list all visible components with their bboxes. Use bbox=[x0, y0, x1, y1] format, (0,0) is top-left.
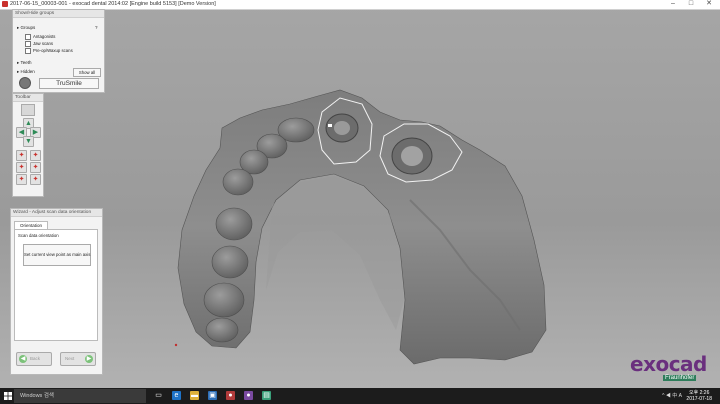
view-front-icon[interactable]: ✦ bbox=[16, 150, 27, 161]
arrow-right-icon: ▶ bbox=[85, 355, 93, 363]
minimize-button[interactable]: – bbox=[664, 0, 682, 9]
groups-label: Groups bbox=[20, 25, 36, 30]
taskbar-search-input[interactable]: Windows 검색 bbox=[14, 389, 146, 403]
show-hide-panel: Show/Hide groups ▸ Groups ? Antagonists … bbox=[12, 9, 105, 93]
toolbar-header: Toolbar bbox=[13, 94, 43, 102]
close-button[interactable]: ✕ bbox=[700, 0, 718, 9]
system-tray[interactable]: ^ ◀ 中 A bbox=[662, 392, 682, 399]
view-back-icon[interactable]: ✦ bbox=[30, 150, 41, 161]
view-top-icon[interactable]: ✦ bbox=[16, 174, 27, 185]
teeth-label: Teeth bbox=[20, 60, 32, 65]
task-view-icon[interactable]: ▭ bbox=[154, 391, 163, 400]
edge-icon[interactable]: e bbox=[172, 391, 181, 400]
show-all-button[interactable]: Show all bbox=[73, 68, 101, 77]
view-left-icon[interactable]: ✦ bbox=[16, 162, 27, 173]
brand-text: exocad bbox=[630, 352, 707, 376]
groups-toggle[interactable]: ▸ Groups bbox=[17, 25, 35, 31]
teeth-toggle[interactable]: ▸ Teeth bbox=[17, 60, 31, 66]
tooth[interactable] bbox=[222, 168, 254, 196]
group-item-preop[interactable]: Pre-op/Waxup scans bbox=[25, 48, 73, 54]
undo-icon[interactable] bbox=[21, 104, 35, 116]
orientation-tab[interactable]: Orientation bbox=[14, 221, 48, 229]
app-icon-red[interactable]: ● bbox=[226, 391, 235, 400]
maximize-button[interactable]: □ bbox=[682, 0, 700, 9]
help-button[interactable]: ? bbox=[95, 25, 98, 30]
checkbox[interactable] bbox=[25, 48, 31, 54]
prep-site-core bbox=[334, 121, 350, 135]
item-label: Antagonists bbox=[33, 34, 56, 40]
checkbox[interactable] bbox=[25, 34, 31, 40]
item-label: Jaw scans bbox=[33, 41, 54, 47]
next-button[interactable]: Next ▶ bbox=[60, 352, 96, 366]
red-marker bbox=[174, 343, 178, 347]
set-view-axis-button[interactable]: Set current view point as main axis bbox=[23, 244, 91, 266]
scan-viewport[interactable] bbox=[0, 9, 720, 388]
tooth[interactable] bbox=[203, 282, 245, 318]
section-title: Scan data orientation bbox=[18, 233, 59, 238]
tooth[interactable] bbox=[211, 245, 249, 279]
clock-date: 2017-07-18 bbox=[686, 396, 712, 402]
group-item-antagonists[interactable]: Antagonists bbox=[25, 34, 55, 40]
taskbar: Windows 검색 ▭ e ▬ ▣ ● ● ▤ ^ ◀ 中 A 오후 2:26… bbox=[0, 388, 720, 404]
window-title: 2017-06-15_00003-001 - exocad dental 201… bbox=[10, 1, 216, 7]
exocad-taskbar-icon[interactable]: ● bbox=[244, 391, 253, 400]
view-right-icon[interactable]: ✦ bbox=[30, 162, 41, 173]
app-icon bbox=[2, 1, 8, 7]
tooth[interactable] bbox=[215, 207, 253, 241]
arrow-left-icon: ◀ bbox=[19, 355, 27, 363]
hidden-toggle[interactable]: ▸ Hidden bbox=[17, 69, 35, 75]
tooth[interactable] bbox=[205, 317, 239, 343]
store-icon[interactable]: ▣ bbox=[208, 391, 217, 400]
group-item-jaw-scans[interactable]: Jaw scans bbox=[25, 41, 53, 47]
prep-site-core bbox=[401, 146, 423, 166]
show-hide-header: Show/Hide groups bbox=[13, 10, 104, 18]
fraunhofer-text: Fraunhofer bbox=[663, 375, 697, 381]
taskbar-clock[interactable]: 오후 2:26 2017-07-18 bbox=[686, 390, 712, 402]
windows-start-icon[interactable] bbox=[4, 392, 12, 400]
view-bottom-icon[interactable]: ✦ bbox=[30, 174, 41, 185]
wizard-content: Scan data orientation Set current view p… bbox=[14, 229, 98, 341]
back-label: Back bbox=[30, 356, 41, 361]
app-icon-green[interactable]: ▤ bbox=[262, 391, 271, 400]
next-label: Next bbox=[65, 356, 75, 361]
back-button[interactable]: ◀ Back bbox=[16, 352, 52, 366]
trusmile-icon bbox=[19, 77, 31, 89]
file-explorer-icon[interactable]: ▬ bbox=[190, 391, 199, 400]
toolbar-panel: Toolbar ▲ ◀ ▶ ▼ ✦ ✦ ✦ ✦ ✦ ✦ bbox=[12, 93, 44, 197]
checkbox[interactable] bbox=[25, 41, 31, 47]
hidden-label: Hidden bbox=[20, 69, 35, 74]
marker-icon bbox=[328, 124, 332, 127]
exocad-logo: exocad Fraunhofer bbox=[630, 352, 707, 381]
rotate-down-icon[interactable]: ▼ bbox=[23, 136, 34, 147]
wizard-panel: Wizard - Adjust scan data orientation Or… bbox=[10, 208, 103, 375]
trusmile-button[interactable]: TruSmile bbox=[39, 78, 99, 89]
item-label: Pre-op/Waxup scans bbox=[33, 48, 73, 54]
wizard-header: Wizard - Adjust scan data orientation bbox=[11, 209, 102, 217]
